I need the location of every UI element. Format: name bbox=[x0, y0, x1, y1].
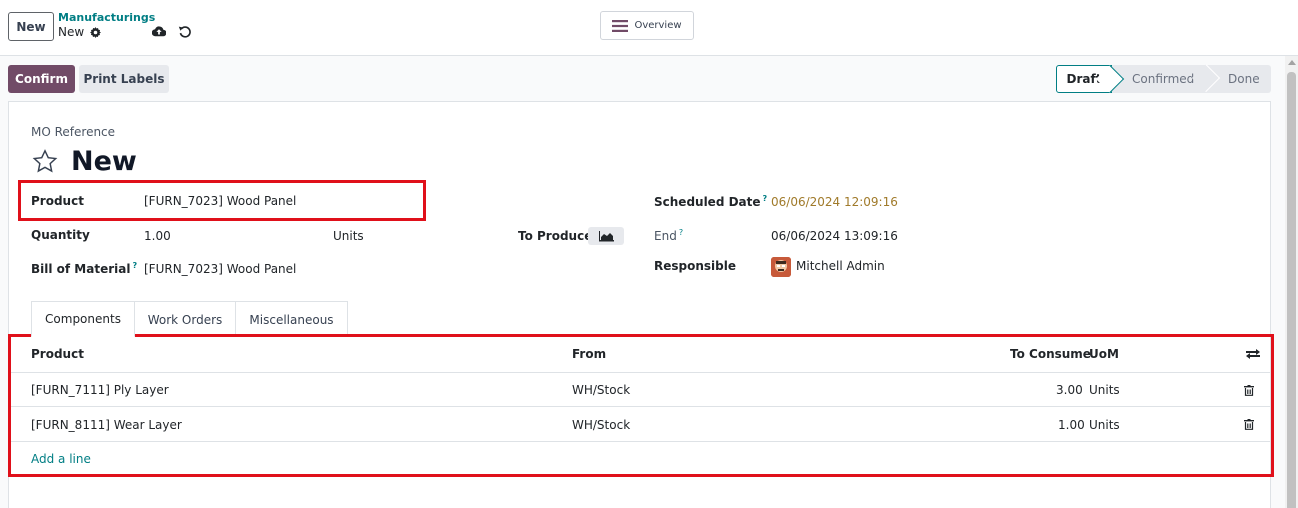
end-label-text: End bbox=[654, 229, 677, 243]
tab-components[interactable]: Components bbox=[31, 301, 135, 337]
avatar-image bbox=[771, 257, 791, 277]
highlight-components-table bbox=[8, 334, 1274, 477]
breadcrumb-current-label: New bbox=[58, 25, 85, 39]
highlight-product bbox=[18, 180, 426, 221]
bom-label: Bill of Material? bbox=[31, 261, 137, 276]
status-confirmed[interactable]: Confirmed bbox=[1112, 65, 1207, 93]
overview-label: Overview bbox=[634, 20, 682, 31]
responsible-label: Responsible bbox=[654, 259, 736, 273]
bom-help-icon[interactable]: ? bbox=[132, 261, 137, 270]
quantity-field[interactable]: 1.00 bbox=[144, 229, 171, 243]
tab-miscellaneous[interactable]: Miscellaneous bbox=[236, 301, 348, 337]
star-icon[interactable] bbox=[31, 148, 59, 175]
status-draft[interactable]: Draft bbox=[1056, 65, 1112, 93]
hamburger-icon bbox=[612, 19, 629, 32]
quantity-uom[interactable]: Units bbox=[333, 229, 364, 243]
new-button[interactable]: New bbox=[8, 12, 54, 41]
mo-reference-value: New bbox=[71, 146, 137, 177]
mo-reference-label: MO Reference bbox=[31, 125, 116, 139]
confirm-button[interactable]: Confirm bbox=[8, 65, 75, 93]
page-title: New bbox=[31, 146, 137, 177]
scrollbar[interactable] bbox=[1285, 56, 1298, 508]
area-chart-icon bbox=[599, 230, 614, 241]
bom-label-text: Bill of Material bbox=[31, 262, 131, 276]
scrollbar-thumb[interactable] bbox=[1287, 72, 1296, 508]
print-labels-button[interactable]: Print Labels bbox=[79, 65, 169, 93]
cloud-upload-icon[interactable] bbox=[152, 25, 166, 37]
gear-icon[interactable] bbox=[90, 26, 102, 38]
scheduled-help-icon[interactable]: ? bbox=[763, 194, 768, 203]
status-bar: Draft Confirmed Done bbox=[1056, 65, 1271, 93]
overview-button[interactable]: Overview bbox=[600, 11, 694, 40]
discard-icon[interactable] bbox=[178, 25, 191, 38]
to-produce-label: To Produce bbox=[518, 229, 593, 243]
control-panel: New Manufacturings New Overview bbox=[0, 0, 1298, 56]
scheduled-date-label-text: Scheduled Date bbox=[654, 195, 761, 209]
breadcrumb-current: New bbox=[58, 25, 102, 39]
tab-work-orders[interactable]: Work Orders bbox=[135, 301, 236, 337]
scheduled-date-field[interactable]: 06/06/2024 12:09:16 bbox=[771, 195, 898, 209]
end-label: End? bbox=[654, 228, 683, 243]
forecast-report-button[interactable] bbox=[588, 227, 624, 245]
scheduled-date-label: Scheduled Date? bbox=[654, 194, 767, 209]
end-help-icon[interactable]: ? bbox=[679, 228, 683, 237]
avatar bbox=[771, 257, 791, 277]
responsible-field[interactable]: Mitchell Admin bbox=[796, 259, 885, 273]
bom-field[interactable]: [FURN_7023] Wood Panel bbox=[144, 262, 296, 276]
scroll-up-arrow-icon[interactable] bbox=[1288, 60, 1296, 65]
quantity-label: Quantity bbox=[31, 228, 90, 242]
end-date-field[interactable]: 06/06/2024 13:09:16 bbox=[771, 229, 898, 243]
breadcrumb-parent[interactable]: Manufacturings bbox=[58, 11, 155, 24]
